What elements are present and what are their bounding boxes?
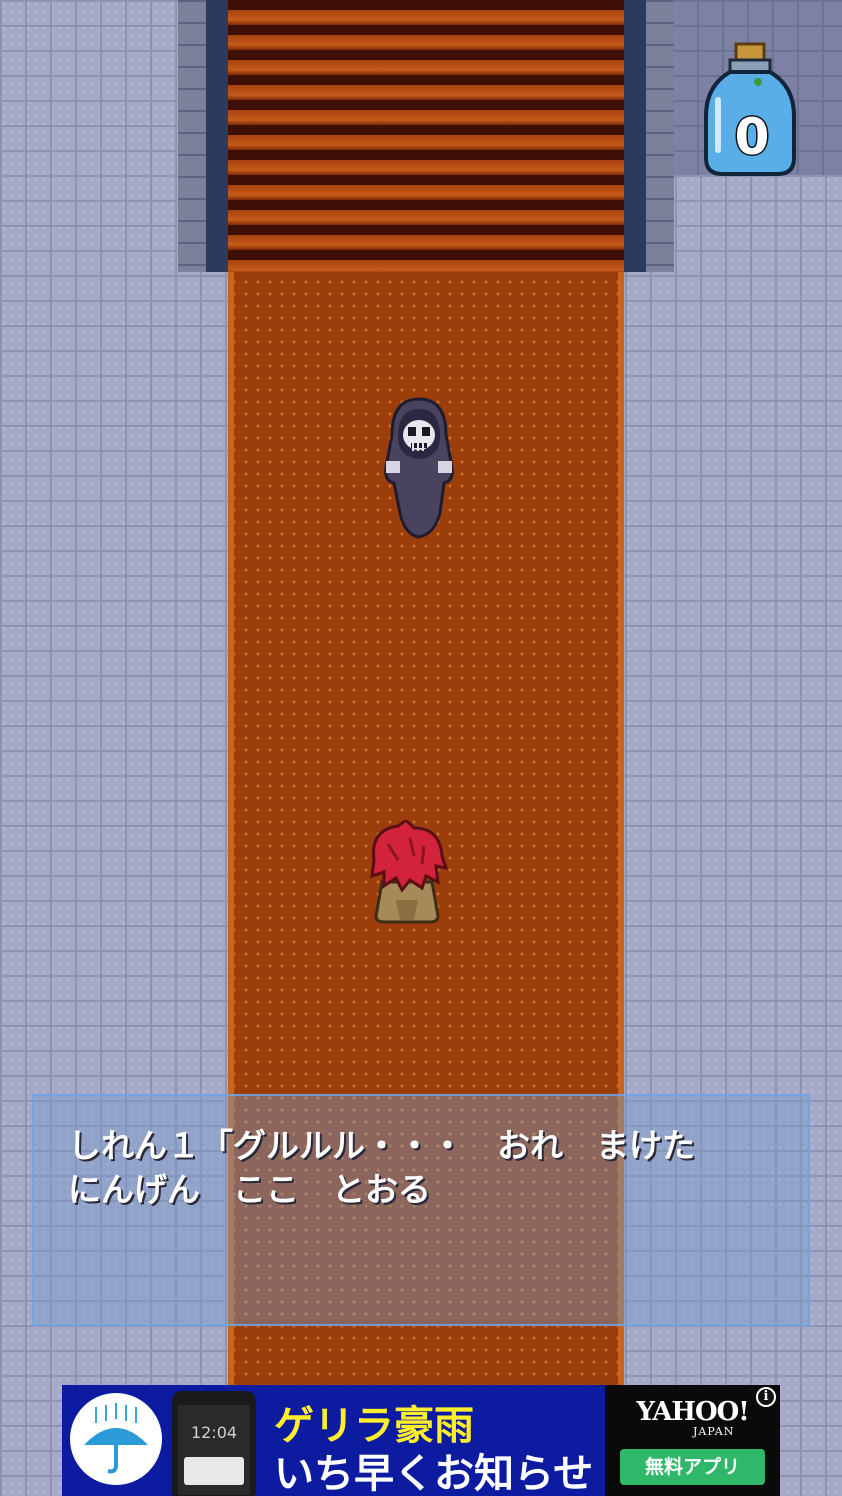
banner-ad[interactable]: 12:04 ゲリラ豪雨 いち早くお知らせ YAHOO! JAPAN 無料アプリ … xyxy=(62,1385,780,1496)
umbrella-rain-icon xyxy=(70,1393,162,1485)
phone-time: 12:04 xyxy=(190,1423,238,1442)
phone-mockup: 12:04 xyxy=(172,1391,256,1496)
staircase xyxy=(228,0,624,272)
ad-headline-2: いち早くお知らせ xyxy=(274,1451,594,1496)
stair-wall-right xyxy=(624,0,674,272)
red-haired-hero-sprite[interactable] xyxy=(366,820,448,925)
phone-notification xyxy=(184,1457,244,1485)
ad-brand-panel: YAHOO! JAPAN 無料アプリ xyxy=(605,1385,780,1496)
item-count: 0 xyxy=(733,107,771,168)
dialog-line-2: にんげん ここ とおる xyxy=(68,1170,431,1209)
dialog-text: しれん１「グルルル・・・ おれ まけた にんげん ここ とおる xyxy=(68,1124,788,1212)
yahoo-logo: YAHOO! xyxy=(636,1397,749,1427)
stair-wall-left xyxy=(178,0,228,272)
yahoo-logo-sub: JAPAN xyxy=(693,1425,735,1438)
ad-cta-button[interactable]: 無料アプリ xyxy=(620,1449,765,1485)
info-icon[interactable]: i xyxy=(756,1387,776,1407)
dialog-box[interactable]: しれん１「グルルル・・・ おれ まけた にんげん ここ とおる xyxy=(32,1094,810,1326)
reaper-ghost-sprite[interactable] xyxy=(378,395,460,540)
dialog-line-1: しれん１「グルルル・・・ おれ まけた xyxy=(68,1126,695,1165)
